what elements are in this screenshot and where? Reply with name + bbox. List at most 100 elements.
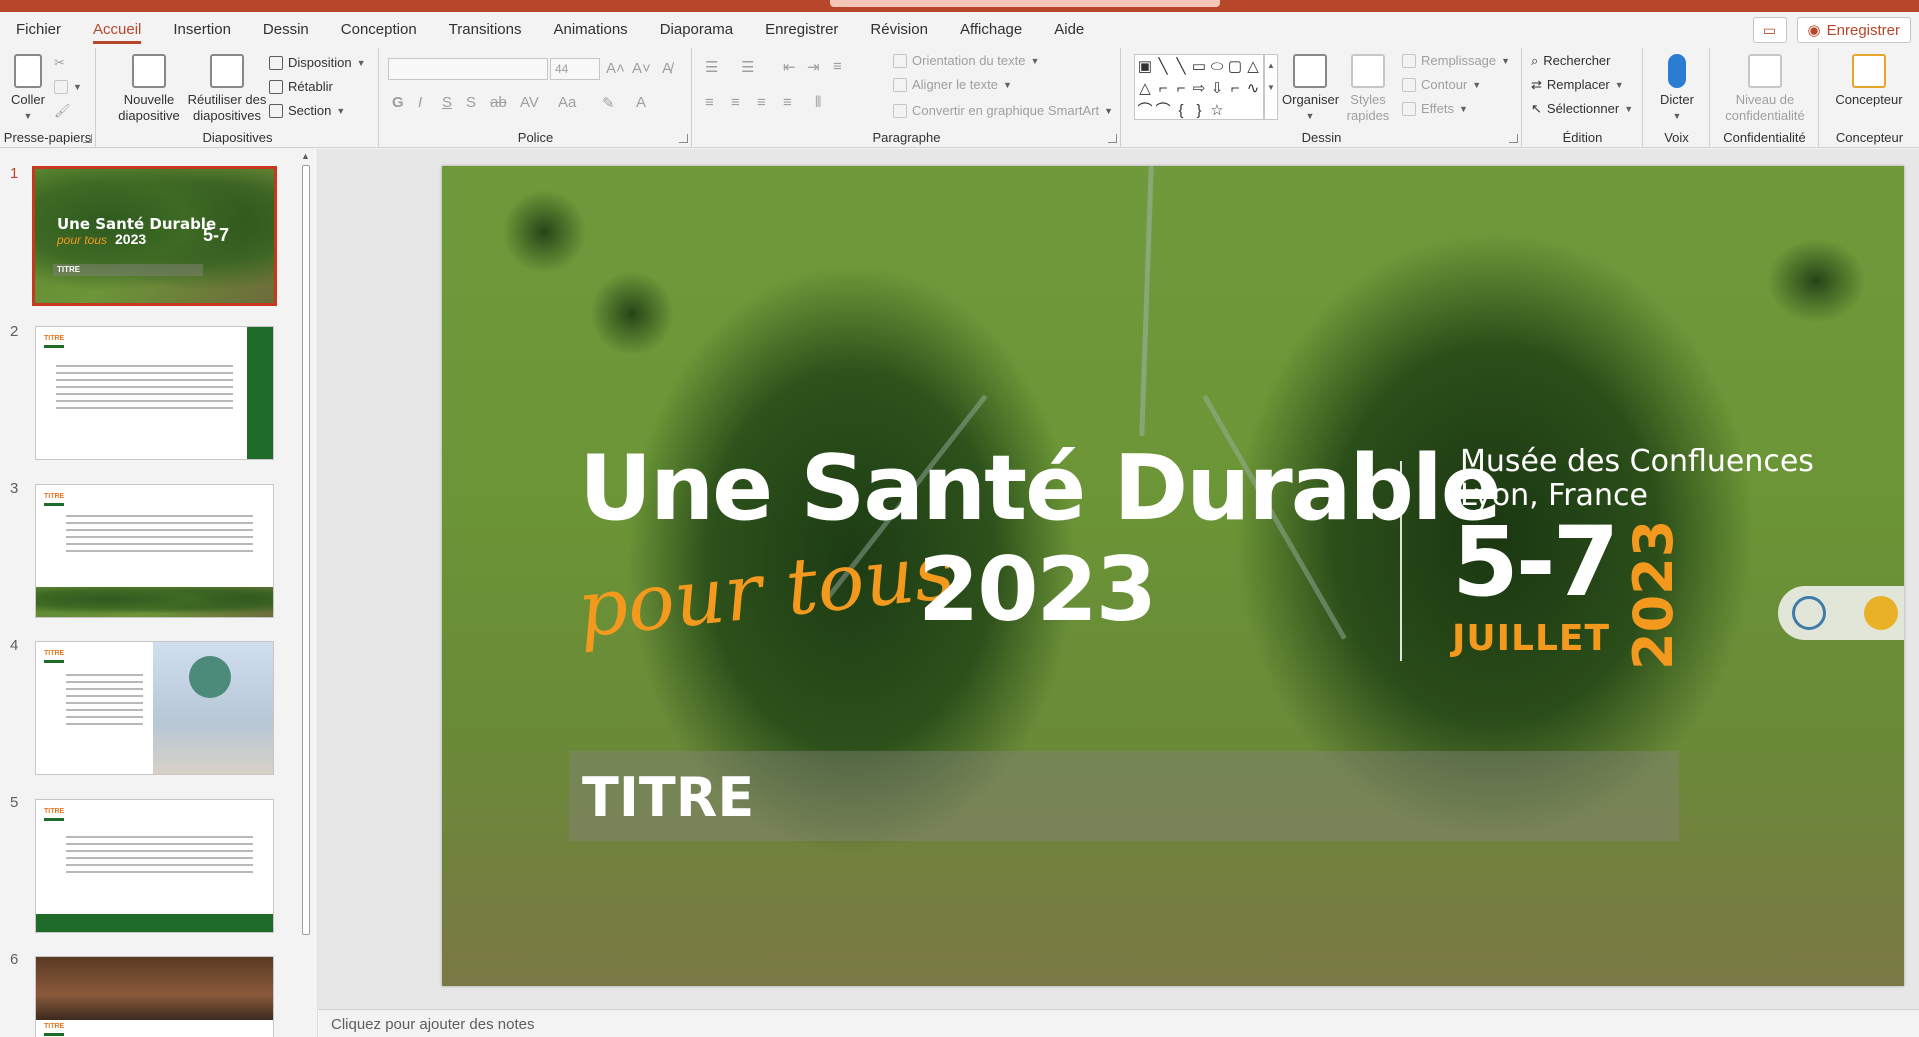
reset-button[interactable]: Rétablir xyxy=(269,76,333,98)
tab-animations[interactable]: Animations xyxy=(537,12,643,48)
replace-button[interactable]: ⇄ Remplacer ▼ xyxy=(1531,74,1624,96)
triangle-icon[interactable]: △ xyxy=(1245,57,1261,77)
text-direction-button[interactable]: Orientation du texte ▼ xyxy=(893,50,1039,72)
tab-affichage[interactable]: Affichage xyxy=(944,12,1038,48)
increase-indent-icon[interactable]: ⇥ xyxy=(807,58,820,76)
paste-button[interactable]: Coller ▼ xyxy=(8,54,48,124)
tab-insertion[interactable]: Insertion xyxy=(157,12,247,48)
cut-button[interactable]: ✂ xyxy=(54,52,65,74)
highlight-icon[interactable]: ✎ xyxy=(602,94,615,112)
font-size-box[interactable]: 44 xyxy=(550,58,600,80)
shapes-scroll[interactable]: ▲ ▼ xyxy=(1264,54,1278,120)
elbow-icon[interactable]: ⌐ xyxy=(1155,79,1171,99)
callout-icon[interactable]: ⌐ xyxy=(1227,79,1243,99)
slide-thumbnail-3[interactable]: TITRE xyxy=(35,484,274,618)
triangle-icon[interactable]: △ xyxy=(1137,79,1153,99)
slide-thumbnail-5[interactable]: TITRE xyxy=(35,799,274,933)
format-painter-button[interactable]: 🖌 xyxy=(54,100,71,122)
slide-venue[interactable]: Musée des Confluences xyxy=(1460,444,1814,479)
scrollbar-thumb[interactable] xyxy=(302,165,310,935)
dictate-button[interactable]: Dicter ▼ xyxy=(1652,54,1702,124)
brace-icon[interactable]: } xyxy=(1191,101,1207,121)
rounded-rect-icon[interactable]: ▢ xyxy=(1227,57,1243,77)
strikethrough-button[interactable]: ab xyxy=(490,94,507,111)
decrease-indent-icon[interactable]: ⇤ xyxy=(783,58,796,76)
slide-thumbnail-2[interactable]: TITRE xyxy=(35,326,274,460)
align-right-icon[interactable]: ≡ xyxy=(757,94,766,111)
slide-heading[interactable]: Une Santé Durable xyxy=(579,436,1502,541)
copy-button[interactable]: ▼ xyxy=(54,76,82,98)
shape-fill-button[interactable]: Remplissage ▼ xyxy=(1402,50,1510,72)
numbering-icon[interactable]: ☰ xyxy=(741,58,754,76)
clear-formatting-icon[interactable]: A̸ xyxy=(662,60,672,77)
bullets-icon[interactable]: ☰ xyxy=(705,58,718,76)
slide-dates[interactable]: 5-7 xyxy=(1452,506,1619,618)
tab-conception[interactable]: Conception xyxy=(325,12,433,48)
tab-revision[interactable]: Révision xyxy=(854,12,944,48)
section-button[interactable]: Section ▼ xyxy=(269,100,345,122)
layout-button[interactable]: Disposition ▼ xyxy=(269,52,366,74)
bold-button[interactable]: G xyxy=(392,94,404,111)
scroll-up-icon[interactable]: ▲ xyxy=(301,151,311,161)
tab-fichier[interactable]: Fichier xyxy=(0,12,77,48)
arrange-button[interactable]: Organiser ▼ xyxy=(1282,54,1339,124)
rectangle-icon[interactable]: ▭ xyxy=(1191,57,1207,77)
reuse-slides-button[interactable]: Réutiliser des diapositives xyxy=(187,54,267,124)
slide-year[interactable]: 2023 xyxy=(918,538,1157,641)
slide-thumbnail-1[interactable]: Une Santé Durable pour tous 2023 5-7 TIT… xyxy=(32,166,277,306)
tab-aide[interactable]: Aide xyxy=(1038,12,1100,48)
align-center-icon[interactable]: ≡ xyxy=(731,94,740,111)
italic-button[interactable]: I xyxy=(418,94,422,111)
line-icon[interactable]: ╲ xyxy=(1155,57,1171,77)
align-text-button[interactable]: Aligner le texte ▼ xyxy=(893,74,1012,96)
dialog-launcher-icon[interactable] xyxy=(83,134,92,143)
tab-diaporama[interactable]: Diaporama xyxy=(644,12,749,48)
shrink-font-icon[interactable]: A˅ xyxy=(632,60,651,77)
textbox-icon[interactable]: ▣ xyxy=(1137,57,1153,77)
tab-enregistrer[interactable]: Enregistrer xyxy=(749,12,854,48)
slide-thumbnail-4[interactable]: TITRE xyxy=(35,641,274,775)
shape-outline-button[interactable]: Contour ▼ xyxy=(1402,74,1481,96)
line-icon[interactable]: ╲ xyxy=(1173,57,1189,77)
brace-icon[interactable]: { xyxy=(1173,101,1189,121)
slide-month[interactable]: JUILLET xyxy=(1452,618,1610,659)
arrow-down-icon[interactable]: ⇩ xyxy=(1209,79,1225,99)
char-spacing-button[interactable]: AV xyxy=(520,94,539,111)
slide-title[interactable]: TITRE xyxy=(582,766,754,829)
search-box[interactable] xyxy=(830,0,1220,7)
quick-styles-button[interactable]: Styles rapides xyxy=(1346,54,1390,124)
shapes-gallery[interactable]: ▣ ╲ ╲ ▭ ⬭ ▢ △ △ ⌐ ⌐ ⇨ ⇩ ⌐ ∿ ⌒ ⌒ { } ☆ xyxy=(1134,54,1264,120)
slide-editor[interactable]: Une Santé Durable pour tous 2023 Musée d… xyxy=(442,166,1904,986)
grow-font-icon[interactable]: A˄ xyxy=(606,60,625,77)
dialog-launcher-icon[interactable] xyxy=(679,134,688,143)
curve-icon[interactable]: ⌒ xyxy=(1155,101,1171,121)
align-left-icon[interactable]: ≡ xyxy=(705,94,714,111)
comments-button[interactable]: ▭ xyxy=(1752,17,1787,43)
sensitivity-button[interactable]: Niveau de confidentialité xyxy=(1715,54,1815,124)
shadow-button[interactable]: S xyxy=(466,94,476,111)
smartart-button[interactable]: Convertir en graphique SmartArt ▼ xyxy=(893,100,1113,122)
line-spacing-icon[interactable]: ≡ xyxy=(833,58,842,75)
star-icon[interactable]: ☆ xyxy=(1209,101,1225,121)
slide-thumbnail-6[interactable]: TITRE xyxy=(35,956,274,1037)
change-case-button[interactable]: Aa xyxy=(558,94,576,111)
curve-icon[interactable]: ⌒ xyxy=(1137,101,1153,121)
justify-icon[interactable]: ≡ xyxy=(783,94,792,111)
curve-icon[interactable]: ∿ xyxy=(1245,79,1261,99)
arrow-right-icon[interactable]: ⇨ xyxy=(1191,79,1207,99)
designer-button[interactable]: Concepteur xyxy=(1824,54,1914,108)
new-slide-button[interactable]: Nouvelle diapositive xyxy=(117,54,181,124)
oval-icon[interactable]: ⬭ xyxy=(1209,57,1225,77)
tab-dessin[interactable]: Dessin xyxy=(247,12,325,48)
tab-accueil[interactable]: Accueil xyxy=(77,12,157,48)
partner-logos[interactable] xyxy=(1778,586,1904,640)
dialog-launcher-icon[interactable] xyxy=(1509,134,1518,143)
select-button[interactable]: ↖ Sélectionner ▼ xyxy=(1531,98,1633,120)
columns-icon[interactable]: ⫴ xyxy=(815,94,821,111)
underline-button[interactable]: S xyxy=(442,94,452,111)
shape-effects-button[interactable]: Effets ▼ xyxy=(1402,98,1468,120)
save-button[interactable]: ◉ Enregistrer xyxy=(1796,17,1911,43)
slide-year-vertical[interactable]: 2023 xyxy=(1622,520,1685,670)
dialog-launcher-icon[interactable] xyxy=(1108,134,1117,143)
notes-pane[interactable]: Cliquez pour ajouter des notes xyxy=(318,1009,1919,1037)
